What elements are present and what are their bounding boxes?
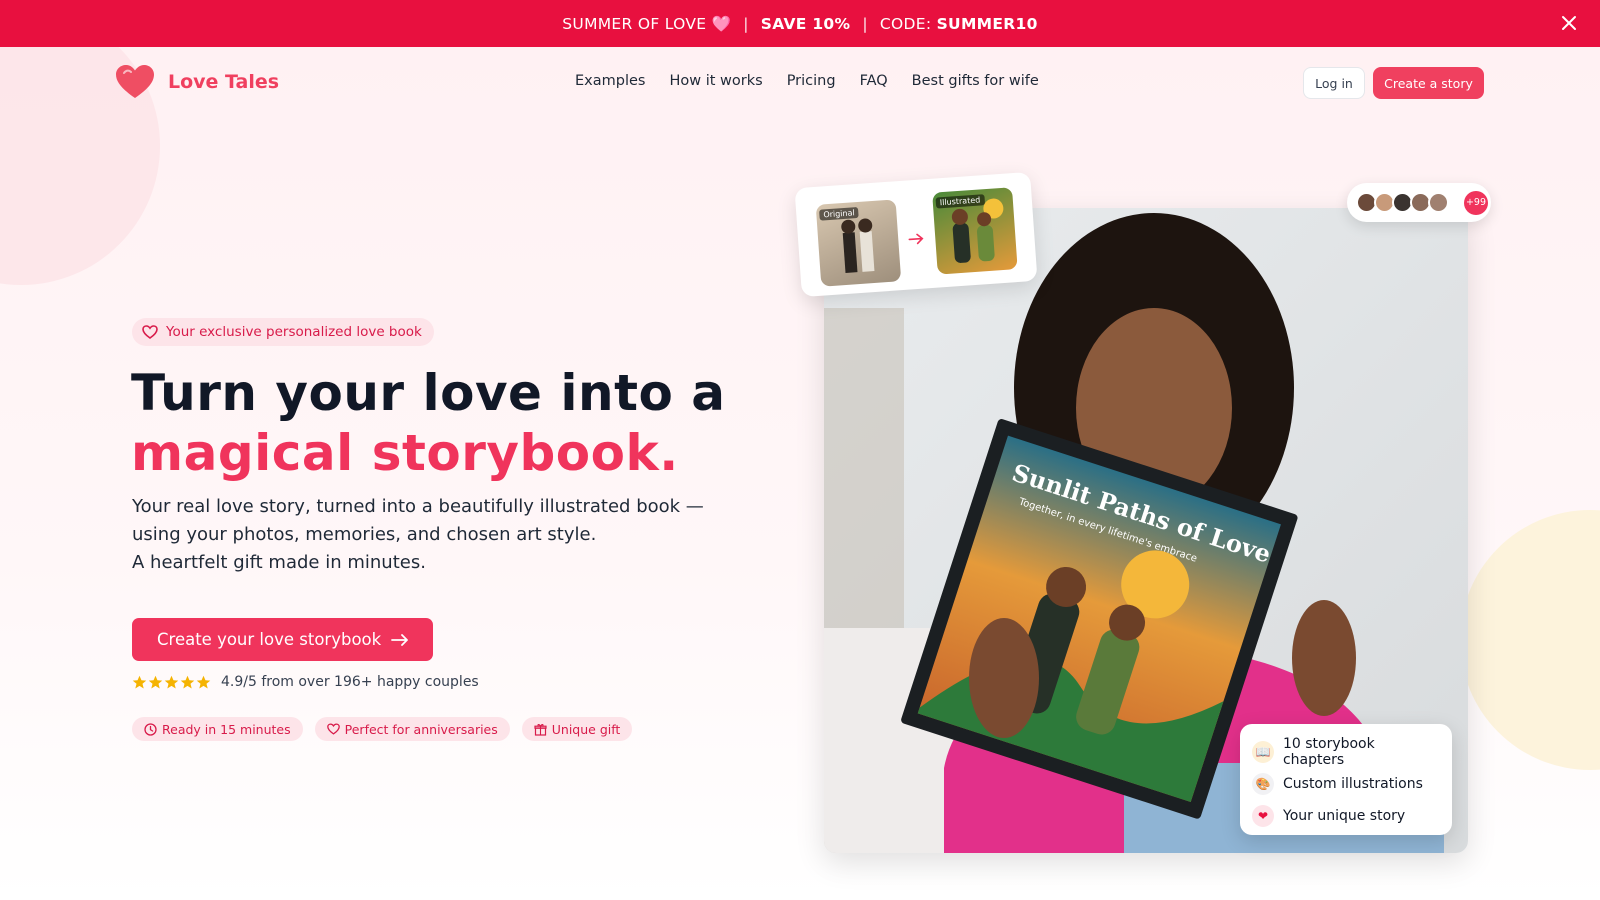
brand-name: Love Tales (168, 71, 280, 93)
promo-code: SUMMER10 (936, 14, 1038, 33)
star-icon (132, 675, 147, 688)
create-storybook-button[interactable]: Create your love storybook (132, 618, 433, 661)
hero-badge: Your exclusive personalized love book (132, 318, 434, 346)
gift-icon (534, 723, 547, 736)
feature-item: 🎨 Custom illustrations (1252, 768, 1440, 800)
hero-subtitle-line: using your photos, memories, and chosen … (132, 524, 597, 545)
avatars-more-count: +99 (1464, 190, 1488, 215)
heart-outline-icon (326, 723, 340, 735)
promo-emoji: 🩷 (711, 14, 732, 33)
pill-label: Perfect for anniversaries (344, 721, 498, 737)
login-button[interactable]: Log in (1303, 67, 1365, 99)
nav-link-faq[interactable]: FAQ (860, 73, 888, 89)
rating: 4.9/5 from over 196+ happy couples (132, 674, 479, 690)
clock-icon (144, 722, 157, 736)
pill-unique-gift: Unique gift (521, 717, 633, 741)
features-card: 📖 10 storybook chapters 🎨 Custom illustr… (1240, 724, 1452, 835)
feature-label: 10 storybook chapters (1282, 736, 1375, 768)
close-promo-button[interactable] (1558, 12, 1580, 34)
page: Love Tales Examples How it works Pricing… (0, 47, 1600, 900)
pill-ready-time: Ready in 15 minutes (132, 717, 303, 741)
feature-item: ❤ Your unique story (1252, 800, 1440, 832)
star-rating (132, 675, 211, 690)
hero-badge-text: Your exclusive personalized love book (166, 324, 422, 340)
heart-logo-icon (116, 65, 154, 98)
navbar: Love Tales Examples How it works Pricing… (0, 47, 1600, 119)
illustrated-photo-thumb: Illustrated (932, 187, 1018, 275)
hero-title: Turn your love into a magical storybook. (131, 363, 726, 483)
promo-prefix: SUMMER OF LOVE (562, 14, 707, 33)
original-photo-thumb: Original (815, 199, 902, 287)
feature-label: Custom illustrations (1283, 776, 1423, 792)
avatar (1428, 192, 1449, 213)
star-icon (196, 675, 211, 688)
pill-label: Ready in 15 minutes (162, 721, 291, 737)
heart-outline-icon (142, 325, 158, 339)
feature-pills: Ready in 15 minutes Perfect for annivers… (132, 717, 633, 741)
nav-link-how-it-works[interactable]: How it works (669, 73, 762, 89)
create-story-button[interactable]: Create a story (1373, 67, 1484, 99)
close-icon (1562, 16, 1576, 30)
palette-icon: 🎨 (1252, 773, 1274, 795)
nav-link-examples[interactable]: Examples (575, 73, 645, 89)
cta-label: Create your love storybook (157, 630, 382, 649)
hero-subtitle-line: Your real love story, turned into a beau… (132, 496, 704, 517)
feature-label: Your unique story (1283, 808, 1406, 824)
book-icon: 📖 (1252, 741, 1274, 763)
rating-text: 4.9/5 from over 196+ happy couples (221, 674, 479, 690)
pill-label: Unique gift (551, 721, 621, 737)
nav-link-pricing[interactable]: Pricing (787, 73, 836, 89)
promo-separator: | (743, 14, 749, 33)
hero-subtitle: Your real love story, turned into a beau… (132, 493, 732, 577)
arrow-right-icon (908, 233, 924, 245)
pill-anniversaries: Perfect for anniversaries (314, 717, 510, 741)
star-icon (180, 675, 195, 688)
heart-icon: ❤ (1252, 805, 1274, 827)
hero-title-accent: magical storybook. (131, 424, 679, 482)
brand-logo[interactable]: Love Tales (116, 65, 279, 99)
star-icon (164, 675, 179, 688)
nav-link-best-gifts[interactable]: Best gifts for wife (912, 73, 1039, 89)
before-after-card: Original Illustrated (794, 171, 1038, 298)
arrow-right-icon (391, 633, 409, 646)
hero-title-line1: Turn your love into a (131, 364, 726, 422)
hero-subtitle-line: A heartfelt gift made in minutes. (132, 552, 426, 573)
promo-discount: SAVE 10% (760, 14, 851, 33)
promo-separator: | (862, 14, 868, 33)
decorative-blob (1460, 510, 1600, 770)
feature-item: 📖 10 storybook chapters (1252, 736, 1440, 768)
main-menu: Examples How it works Pricing FAQ Best g… (575, 73, 1063, 89)
star-icon (148, 675, 163, 688)
promo-bar: SUMMER OF LOVE 🩷 | SAVE 10% | CODE: SUMM… (0, 0, 1600, 47)
customer-avatars: +99 (1347, 183, 1491, 222)
promo-code-label: CODE: (879, 14, 932, 33)
